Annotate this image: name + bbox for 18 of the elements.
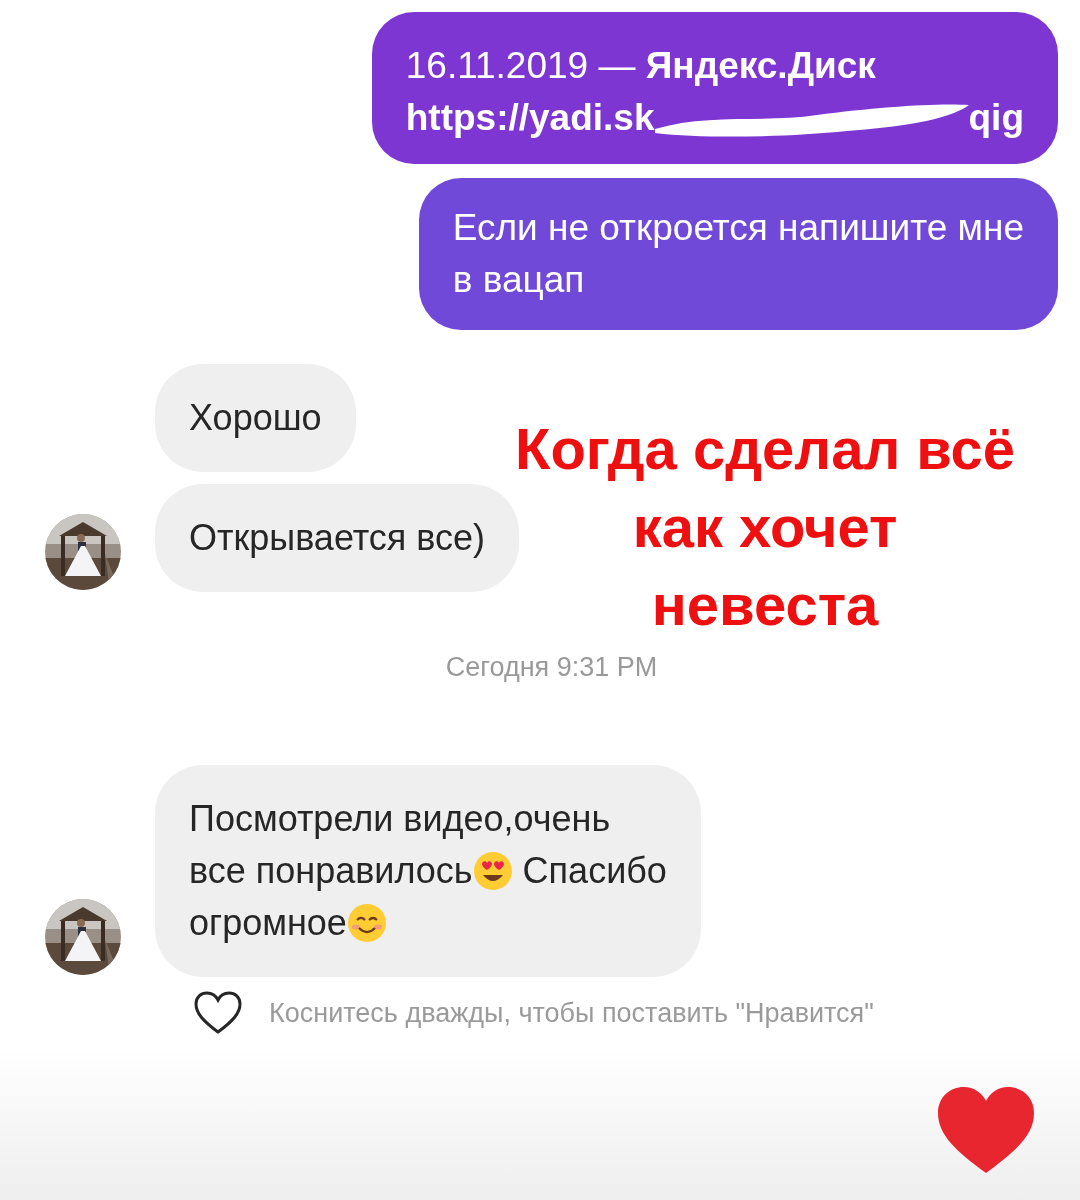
like-hint: Коснитесь дважды, чтобы поставить "Нравится" — [269, 997, 874, 1029]
heart-icon[interactable] — [936, 1085, 1036, 1175]
message-text: Посмотрели видео,очень — [189, 797, 611, 841]
timestamp: Сегодня 9:31 PM — [445, 652, 658, 683]
message-text: все понравилось — [189, 849, 473, 893]
caption-text: Когда сделал всё как хочет невеста — [515, 415, 1016, 639]
heart-eyes-emoji-icon — [472, 851, 513, 891]
message-text: огромное — [189, 901, 347, 945]
message-text: Если не откроется напишите мне в вацап — [418, 178, 1058, 330]
link-message-bubble[interactable]: 16.11.2019 — Яндекс.Диск https://yadi.sk qig — [371, 12, 1058, 164]
smiling-emoji-icon — [346, 903, 387, 943]
message-text: Открывается все) — [189, 516, 485, 560]
heart-outline-icon[interactable] — [193, 991, 243, 1035]
link-url-end: qig — [968, 96, 1024, 140]
message-text: Хорошо — [189, 396, 322, 440]
message-text: Спасибо — [521, 849, 667, 893]
link-url[interactable]: https://yadi.sk — [405, 92, 655, 144]
link-title: 16.11.2019 — Яндекс.Диск — [405, 44, 877, 88]
